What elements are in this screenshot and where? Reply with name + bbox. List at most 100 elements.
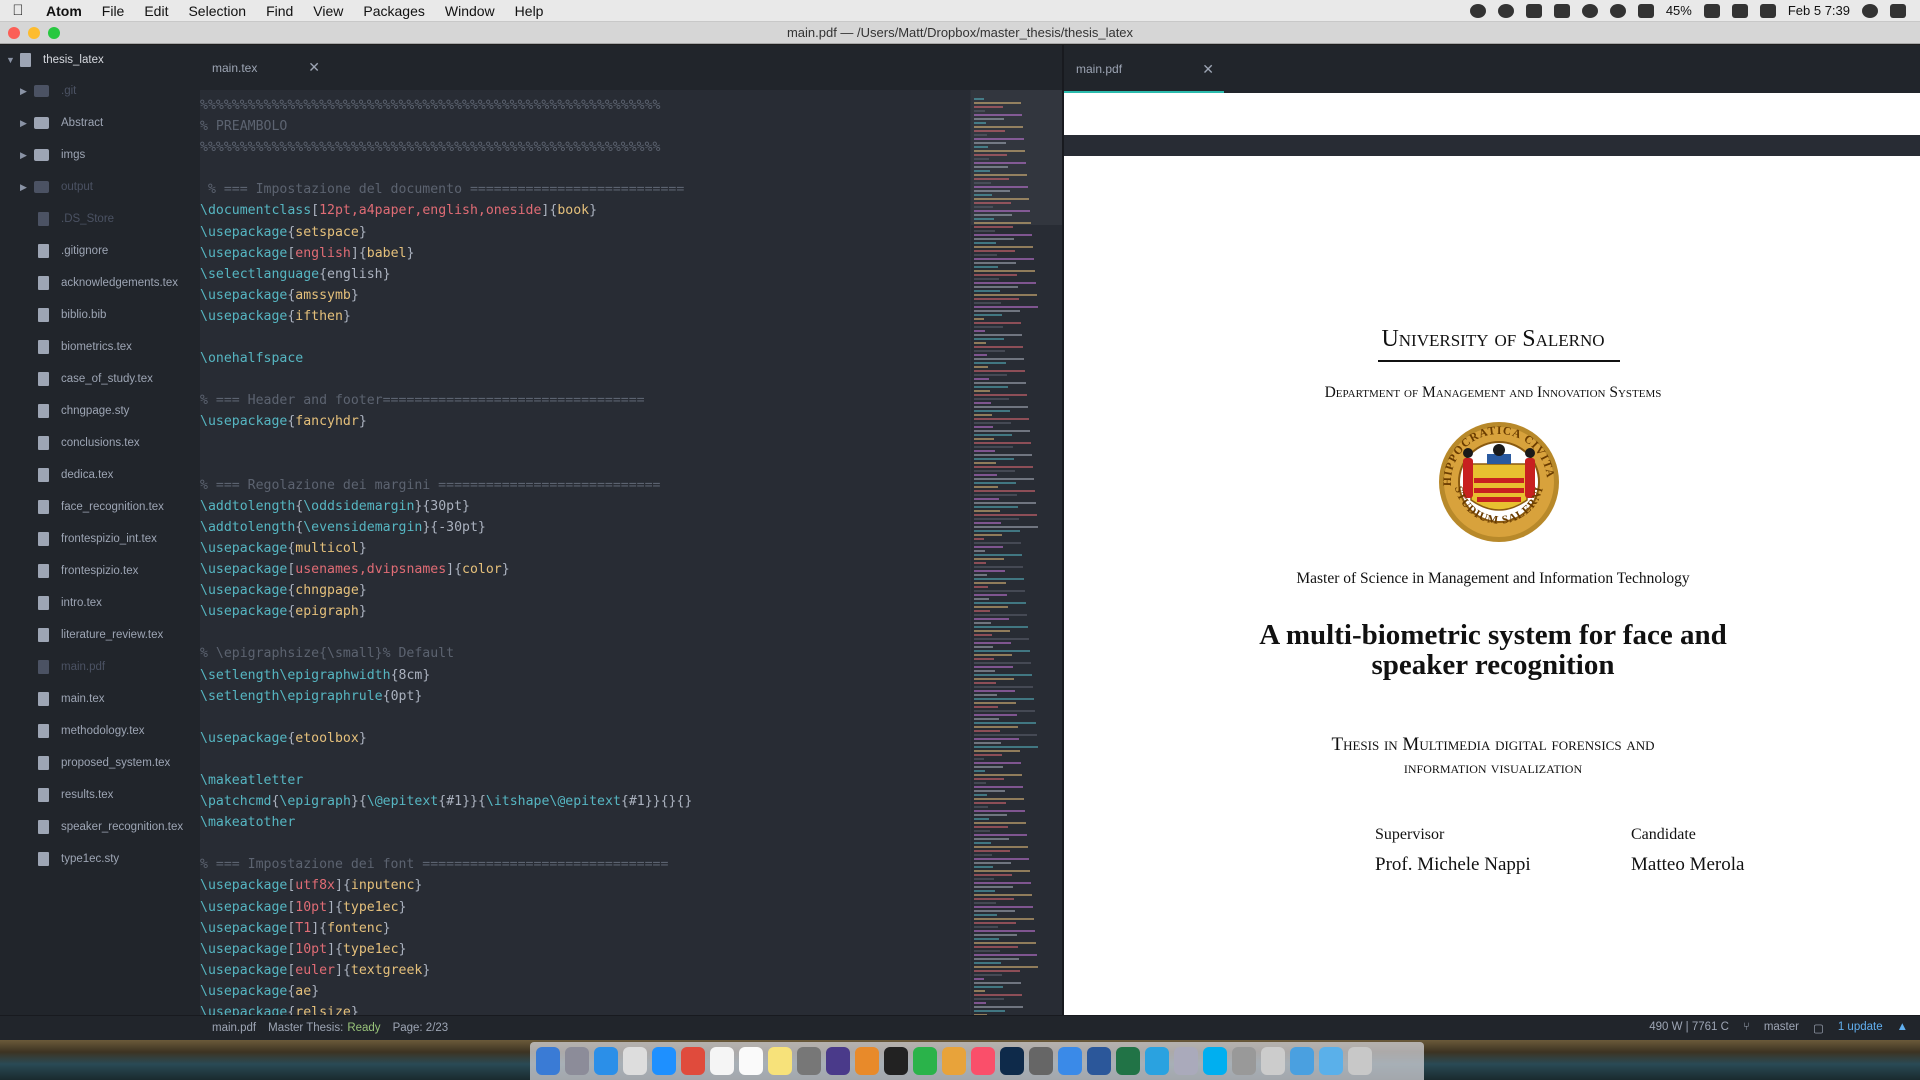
code-line[interactable]: \usepackage{ifthen} [200, 306, 970, 327]
code-line[interactable]: \selectlanguage{english} [200, 264, 970, 285]
chevron-right-icon[interactable]: ▶ [20, 118, 34, 129]
calendar-app-icon[interactable] [623, 1047, 647, 1075]
stickies-icon[interactable] [768, 1047, 792, 1075]
code-line[interactable]: \setlength\epigraphrule{0pt} [200, 686, 970, 707]
volume-icon[interactable] [1759, 3, 1776, 18]
system-preferences-icon[interactable] [797, 1047, 821, 1075]
menu-help[interactable]: Help [505, 3, 554, 19]
tree-file[interactable]: frontespizio_int.tex [0, 523, 200, 555]
tree-file[interactable]: speaker_recognition.tex [0, 811, 200, 843]
menu-window[interactable]: Window [435, 3, 505, 19]
tree-root[interactable]: ▼ thesis_latex [0, 45, 200, 75]
tree-file[interactable]: main.pdf [0, 651, 200, 683]
spotlight-search-icon[interactable] [1862, 3, 1878, 18]
tree-folder[interactable]: ▶ Abstract [0, 107, 200, 139]
code-line[interactable]: \usepackage[10pt]{type1ec} [200, 897, 970, 918]
chevron-right-icon[interactable]: ▶ [20, 86, 34, 97]
code-editor[interactable]: %%%%%%%%%%%%%%%%%%%%%%%%%%%%%%%%%%%%%%%%… [200, 95, 970, 1023]
upload-icon[interactable]: ▲ [1897, 1021, 1908, 1035]
tree-file[interactable]: intro.tex [0, 587, 200, 619]
tree-file[interactable]: frontespizio.tex [0, 555, 200, 587]
close-icon[interactable]: ✕ [1202, 61, 1214, 78]
document-stack-icon[interactable] [1261, 1047, 1285, 1075]
menu-app-name[interactable]: Atom [36, 3, 92, 19]
code-line[interactable]: \setlength\epigraphwidth{8cm} [200, 665, 970, 686]
safari-icon[interactable] [652, 1047, 676, 1075]
time-machine-icon[interactable] [1469, 3, 1486, 18]
status-update[interactable]: 1 update [1838, 1021, 1883, 1035]
app-store-icon[interactable] [594, 1047, 618, 1075]
airplay-icon[interactable] [1553, 3, 1570, 18]
terminal-icon[interactable] [884, 1047, 908, 1075]
tree-folder[interactable]: ▶ .git [0, 75, 200, 107]
tree-file[interactable]: conclusions.tex [0, 427, 200, 459]
battery-percent[interactable]: 45% [1666, 3, 1692, 18]
skype-icon[interactable] [1203, 1047, 1227, 1075]
menu-find[interactable]: Find [256, 3, 303, 19]
code-line[interactable]: \usepackage[utf8x]{inputenc} [200, 875, 970, 896]
code-line[interactable]: ​ [200, 749, 970, 770]
clock-datetime[interactable]: Feb 5 7:39 [1788, 3, 1850, 18]
code-line[interactable]: % === Regolazione dei margini ==========… [200, 475, 970, 496]
chrome-icon[interactable] [681, 1047, 705, 1075]
messages-icon[interactable] [1058, 1047, 1082, 1075]
tree-file[interactable]: results.tex [0, 779, 200, 811]
tree-file[interactable]: case_of_study.tex [0, 363, 200, 395]
code-line[interactable]: %%%%%%%%%%%%%%%%%%%%%%%%%%%%%%%%%%%%%%%%… [200, 95, 970, 116]
code-line[interactable]: ​ [200, 327, 970, 348]
menu-file[interactable]: File [92, 3, 135, 19]
code-line[interactable]: % === Impostazione dei font ============… [200, 854, 970, 875]
photoshop-icon[interactable] [1000, 1047, 1024, 1075]
tree-file[interactable]: literature_review.tex [0, 619, 200, 651]
code-line[interactable]: \addtolength{\evensidemargin}{-30pt} [200, 517, 970, 538]
code-line[interactable]: \usepackage{ae} [200, 981, 970, 1002]
code-line[interactable]: ​ [200, 158, 970, 179]
status-word-count[interactable]: 490 W | 7761 C [1649, 1021, 1729, 1035]
wifi-icon[interactable] [1637, 3, 1654, 18]
texshop-icon[interactable] [1232, 1047, 1256, 1075]
finder-icon[interactable] [536, 1047, 560, 1075]
chevron-right-icon[interactable]: ▶ [20, 150, 34, 161]
tree-file[interactable]: dedica.tex [0, 459, 200, 491]
close-icon[interactable]: ✕ [308, 59, 320, 76]
code-line[interactable]: ​ [200, 833, 970, 854]
code-line[interactable]: \usepackage[usenames,dvipsnames]{color} [200, 559, 970, 580]
code-line[interactable]: \usepackage{setspace} [200, 222, 970, 243]
code-line[interactable]: ​ [200, 433, 970, 454]
tree-file[interactable]: biblio.bib [0, 299, 200, 331]
excel-icon[interactable] [1116, 1047, 1140, 1075]
preview-icon[interactable] [1029, 1047, 1053, 1075]
spotify-icon[interactable] [913, 1047, 937, 1075]
sublime-icon[interactable] [855, 1047, 879, 1075]
code-line[interactable]: % === Header and footer=================… [200, 390, 970, 411]
status-branch[interactable]: master [1764, 1021, 1799, 1035]
clock-icon[interactable] [1609, 3, 1626, 18]
code-line[interactable]: \onehalfspace [200, 348, 970, 369]
status-file[interactable]: main.pdf [212, 1022, 256, 1034]
menu-selection[interactable]: Selection [178, 3, 256, 19]
tree-file[interactable]: proposed_system.tex [0, 747, 200, 779]
tree-folder[interactable]: ▶ output [0, 171, 200, 203]
pdf-page[interactable]: University of Salerno Department of Mana… [1064, 156, 1920, 1030]
code-line[interactable]: ​ [200, 369, 970, 390]
code-line[interactable]: \addtolength{\oddsidemargin}{30pt} [200, 496, 970, 517]
tree-file[interactable]: .DS_Store [0, 203, 200, 235]
code-line[interactable]: \usepackage{chngpage} [200, 580, 970, 601]
code-line[interactable]: ​ [200, 707, 970, 728]
photos-icon[interactable] [942, 1047, 966, 1075]
code-line[interactable]: \usepackage[T1]{fontenc} [200, 918, 970, 939]
menu-packages[interactable]: Packages [353, 3, 434, 19]
code-line[interactable]: \usepackage[10pt]{type1ec} [200, 939, 970, 960]
word-icon[interactable] [1087, 1047, 1111, 1075]
itunes-icon[interactable] [971, 1047, 995, 1075]
downloads-icon[interactable] [1319, 1047, 1343, 1075]
tree-file[interactable]: .gitignore [0, 235, 200, 267]
server-icon[interactable] [1174, 1047, 1198, 1075]
code-line[interactable]: \usepackage{fancyhdr} [200, 411, 970, 432]
eclipse-icon[interactable] [826, 1047, 850, 1075]
code-line[interactable]: ​ [200, 622, 970, 643]
code-line[interactable]: \patchcmd{\epigraph}{\@epitext{#1}}{\its… [200, 791, 970, 812]
tab-main-tex[interactable]: main.tex ✕ [200, 45, 330, 90]
code-line[interactable]: ​ [200, 454, 970, 475]
battery-icon[interactable] [1703, 3, 1720, 18]
